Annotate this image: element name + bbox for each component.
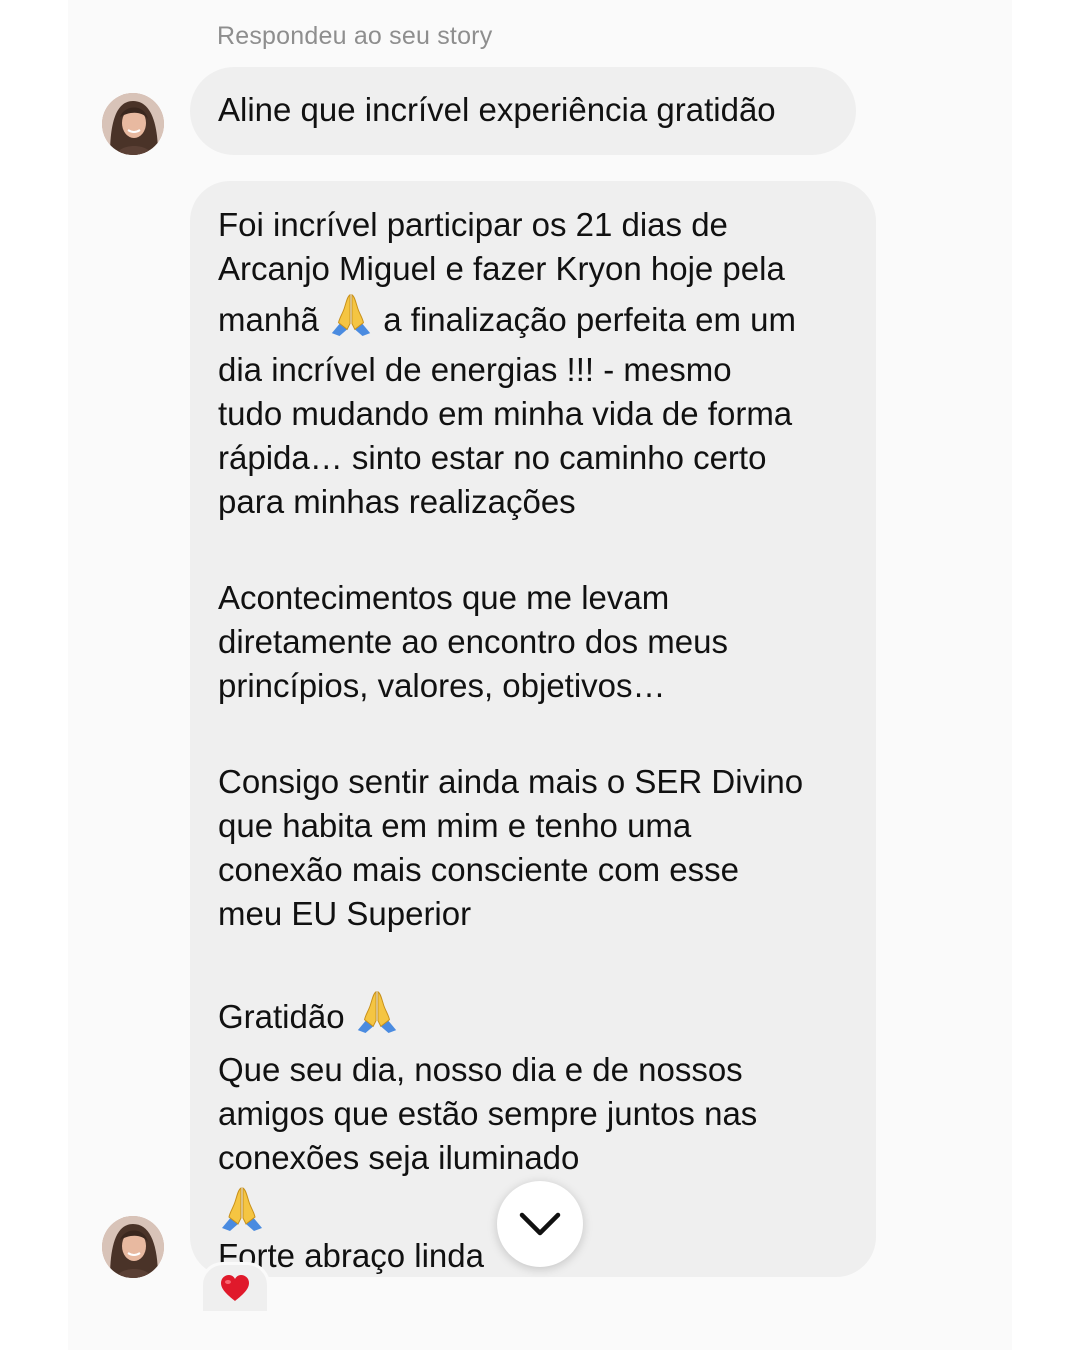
heart-icon [221, 1275, 249, 1301]
sender-avatar[interactable] [102, 93, 164, 155]
message-line: meu EU Superior [218, 895, 472, 932]
heart-reaction[interactable] [200, 1262, 270, 1314]
message-text: Aline que incrível experiência gratidão [218, 91, 776, 128]
sender-avatar[interactable] [102, 1216, 164, 1278]
message-line: princípios, valores, objetivos… [218, 667, 666, 704]
story-reply-label: Respondeu ao seu story [217, 22, 493, 50]
message-line: Gratidão [218, 988, 852, 1048]
message-line: Acontecimentos que me levam [218, 579, 670, 616]
message-line: que habita em mim e tenho uma [218, 807, 692, 844]
message-line: Foi incrível participar os 21 dias de [218, 206, 728, 243]
message-line: rápida… sinto estar no caminho certo [218, 439, 767, 476]
message-text: manhã [218, 301, 319, 338]
message-text: a finalização perfeita em um [383, 301, 796, 338]
message-line: Arcanjo Miguel e fazer Kryon hoje pela [218, 250, 785, 287]
message-line: dia incrível de energias !!! - mesmo [218, 351, 732, 388]
message-line: conexões seja iluminado [218, 1139, 580, 1176]
message-line: para minhas realizações [218, 483, 576, 520]
message-line: conexão mais consciente com esse [218, 851, 739, 888]
scroll-to-bottom-button[interactable] [497, 1181, 583, 1267]
message-bubble-long[interactable]: Foi incrível participar os 21 dias de Ar… [190, 181, 876, 1277]
folded-hands-icon [328, 291, 374, 348]
message-line: tudo mudando em minha vida de forma [218, 395, 793, 432]
message-line: amigos que estão sempre juntos nas [218, 1095, 758, 1132]
message-line: Consigo sentir ainda mais o SER Divino [218, 763, 804, 800]
chat-screen: Respondeu ao seu story Aline que incríve… [0, 0, 1080, 1350]
message-line: diretamente ao encontro dos meus [218, 623, 728, 660]
folded-hands-icon [354, 988, 400, 1048]
folded-hands-icon [218, 1184, 266, 1240]
message-bubble-story-reply[interactable]: Aline que incrível experiência gratidão [190, 67, 856, 155]
message-text: Gratidão [218, 998, 345, 1035]
message-line: Que seu dia, nosso dia e de nossos [218, 1051, 743, 1088]
message-line: manhã a finalização perfeita em um [218, 291, 852, 348]
chevron-down-icon [519, 1212, 561, 1236]
